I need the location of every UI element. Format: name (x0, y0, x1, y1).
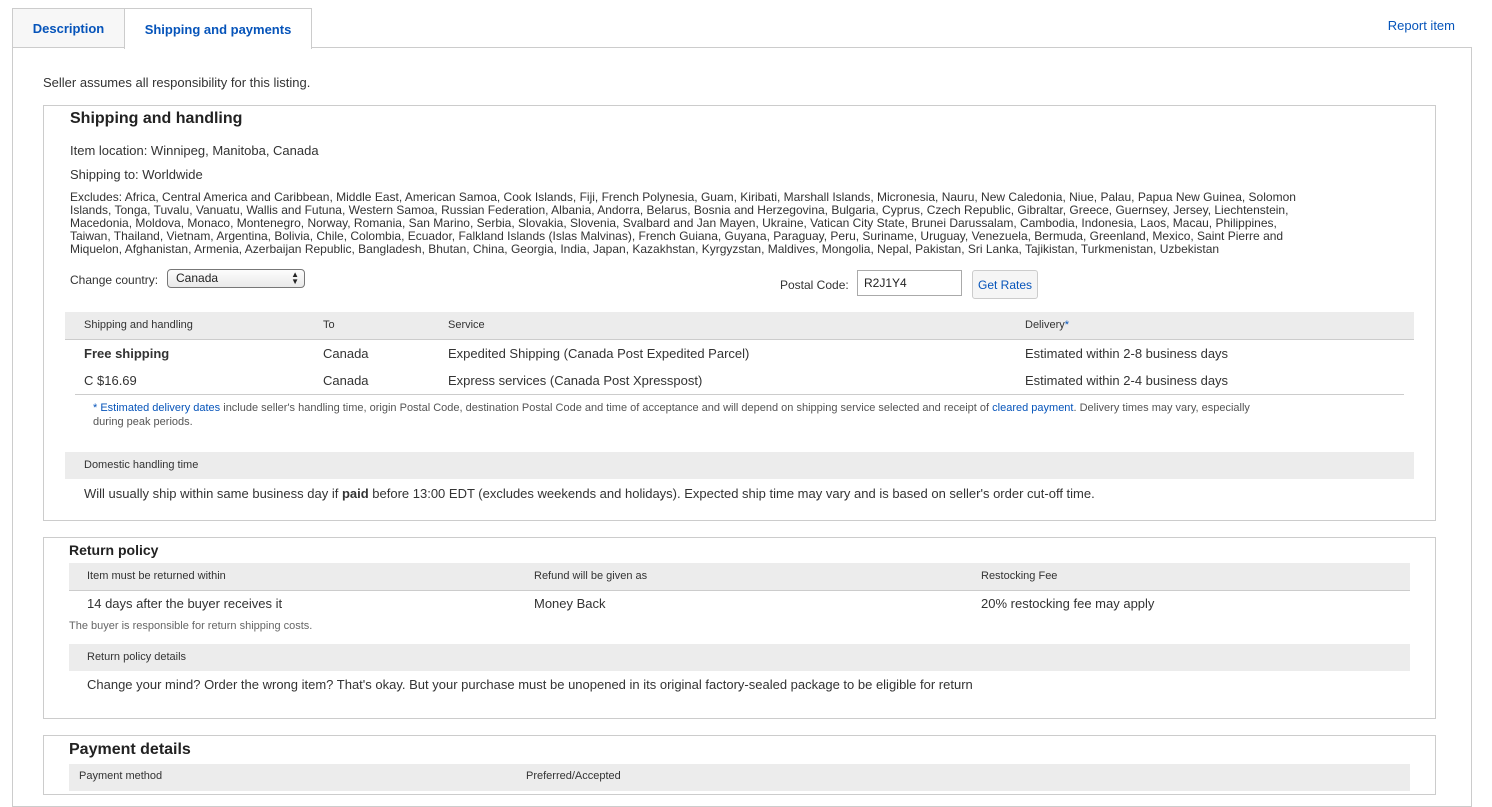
country-select-value: Canada (176, 271, 219, 285)
shipping-table-header: Shipping and handling To Service Deliver… (65, 312, 1414, 339)
header-restocking: Restocking Fee (981, 570, 1058, 582)
row-service: Express services (Canada Post Xpresspost… (448, 373, 703, 388)
row-cost: Free shipping (84, 346, 170, 361)
refund-value: Money Back (534, 596, 606, 611)
handling-bold: paid (341, 486, 369, 501)
return-shipping-note: The buyer is responsible for return ship… (69, 620, 313, 632)
tab-shipping-and-payments[interactable]: Shipping and payments (124, 8, 312, 49)
return-details-header: Return policy details (69, 644, 1410, 671)
handling-text: before 13:00 EDT (excludes weekends and … (368, 486, 1095, 501)
excludes-line: Miquelon, Afghanistan, Armenia, Azerbaij… (70, 242, 1220, 256)
cleared-payment-link[interactable]: cleared payment (992, 402, 1073, 414)
footnote-text: . Delivery times may vary, especially (1073, 402, 1250, 414)
header-delivery-label: Delivery (1025, 319, 1065, 331)
item-location: Item location: Winnipeg, Manitoba, Canad… (70, 143, 319, 158)
return-policy-title: Return policy (69, 542, 159, 558)
row-to: Canada (323, 346, 369, 361)
tab-bar: Description Shipping and payments Report… (0, 0, 1492, 49)
return-details-text: Change your mind? Order the wrong item? … (87, 677, 973, 692)
domestic-handling-header: Domestic handling time (65, 452, 1414, 479)
restocking-value: 20% restocking fee may apply (981, 596, 1155, 611)
row-to: Canada (323, 373, 369, 388)
domestic-handling-text: Will usually ship within same business d… (84, 486, 1095, 501)
updown-arrows-icon: ▲ ▼ (291, 270, 299, 286)
postal-code-input[interactable] (857, 270, 962, 296)
divider (65, 339, 1414, 340)
handling-text: Will usually ship within same business d… (84, 486, 342, 501)
footnote-text: include seller's handling time, origin P… (220, 402, 993, 414)
header-refund: Refund will be given as (534, 570, 648, 582)
header-handling: Shipping and handling (84, 319, 193, 331)
domestic-handling-label: Domestic handling time (84, 459, 199, 471)
shipping-title: Shipping and handling (70, 110, 243, 127)
row-delivery: Estimated within 2-8 business days (1025, 346, 1229, 361)
payment-table-header: Payment method Preferred/Accepted (69, 764, 1410, 791)
return-within-value: 14 days after the buyer receives it (87, 596, 283, 611)
header-preferred-accepted: Preferred/Accepted (526, 770, 621, 782)
delivery-footnote: * Estimated delivery dates include selle… (93, 401, 1403, 429)
postal-code-label: Postal Code: (780, 278, 849, 292)
divider (75, 394, 1404, 395)
row-cost: C $16.69 (84, 373, 137, 388)
header-service: Service (448, 319, 485, 331)
change-country-label: Change country: (70, 273, 159, 287)
return-table-header: Item must be returned within Refund will… (69, 563, 1410, 590)
shipping-to: Shipping to: Worldwide (70, 167, 203, 182)
report-item-link[interactable]: Report item (1388, 18, 1455, 33)
header-to: To (323, 319, 335, 331)
delivery-footnote-mark: * (1064, 319, 1070, 331)
header-return-within: Item must be returned within (87, 570, 226, 582)
country-select[interactable]: Canada ▲ ▼ (167, 269, 305, 288)
seller-note: Seller assumes all responsibility for th… (43, 75, 311, 90)
excludes-list: Excludes: Africa, Central America and Ca… (70, 191, 1415, 256)
payment-details-title: Payment details (69, 741, 191, 758)
row-delivery: Estimated within 2-4 business days (1025, 373, 1229, 388)
footnote-text: during peak periods. (93, 416, 193, 428)
header-payment-method: Payment method (79, 770, 163, 782)
tab-description[interactable]: Description (12, 8, 125, 47)
header-delivery: Delivery* (1025, 319, 1069, 331)
divider (69, 590, 1410, 591)
get-rates-button[interactable]: Get Rates (972, 270, 1038, 299)
estimated-delivery-dates-link[interactable]: Estimated delivery dates (100, 402, 220, 414)
return-details-label: Return policy details (87, 651, 187, 663)
row-service: Expedited Shipping (Canada Post Expedite… (448, 346, 750, 361)
